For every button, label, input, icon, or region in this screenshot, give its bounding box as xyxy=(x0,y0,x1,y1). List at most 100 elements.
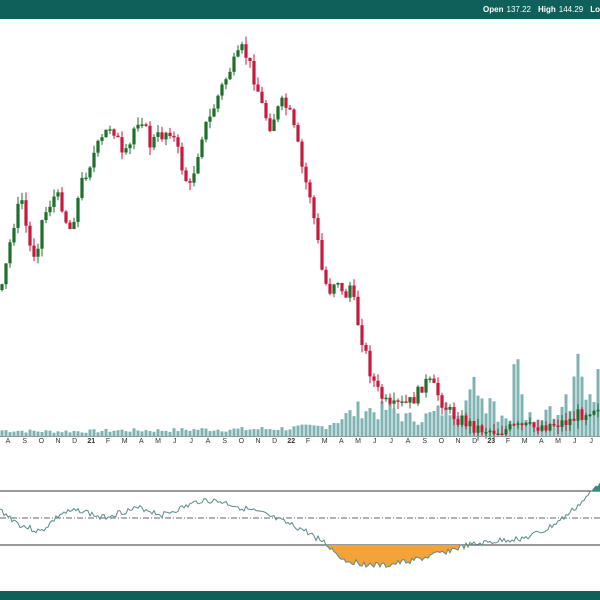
volume-bar xyxy=(396,413,400,436)
volume-bar xyxy=(8,432,12,436)
candle-body xyxy=(248,57,252,61)
candle-body xyxy=(208,116,212,122)
volume-bar xyxy=(152,431,156,436)
candle-body xyxy=(96,140,100,153)
volume-bar xyxy=(180,428,184,436)
candle-body xyxy=(100,137,104,141)
candle-body xyxy=(20,200,24,204)
candle-body xyxy=(536,427,540,431)
candle-body xyxy=(108,129,112,131)
candle-body xyxy=(416,386,420,404)
candle-body xyxy=(524,422,528,426)
candle-body xyxy=(296,125,300,142)
candle-body xyxy=(156,132,160,137)
volume-bar xyxy=(596,369,600,436)
x-tick-label: M xyxy=(522,438,528,445)
candle-body xyxy=(484,432,488,434)
volume-bar xyxy=(108,431,112,436)
volume-bar xyxy=(196,429,200,436)
volume-bar xyxy=(124,431,128,436)
candle-body xyxy=(112,129,116,136)
candle-body xyxy=(360,325,364,345)
volume-bar xyxy=(116,430,120,436)
volume-bar xyxy=(64,430,68,436)
candle-body xyxy=(388,397,392,404)
volume-bar xyxy=(140,431,144,436)
x-tick-label: J xyxy=(590,438,594,445)
volume-bar xyxy=(580,376,584,436)
volume-bar xyxy=(72,431,76,436)
candle-body xyxy=(420,386,424,393)
candle-body xyxy=(252,61,256,85)
candle-body xyxy=(60,192,64,212)
candle-body xyxy=(568,418,572,426)
x-tick-label: N xyxy=(55,438,60,445)
candle-body xyxy=(504,429,508,435)
x-tick-label: A xyxy=(339,438,344,445)
candle-body xyxy=(384,397,388,400)
volume-bar xyxy=(4,430,8,436)
volume-bar xyxy=(268,429,272,436)
volume-bar xyxy=(248,429,252,436)
candle-body xyxy=(580,409,584,420)
volume-bar xyxy=(312,425,316,436)
x-tick-label: N xyxy=(255,438,260,445)
osc-overbought-fill xyxy=(0,483,600,491)
price-chart[interactable]: A S O N D 21 F M A M J J A S O N D 22 F M A M J J A S O N D 23 F M A M J J … xyxy=(0,0,600,600)
x-tick-label: 22 xyxy=(287,438,295,445)
candle-body xyxy=(588,414,592,417)
candle-body xyxy=(492,430,496,434)
osc-line xyxy=(0,482,600,569)
volume-bar xyxy=(96,432,100,436)
candle-body xyxy=(228,71,232,80)
volume-bar xyxy=(212,430,216,436)
volume-bar xyxy=(228,429,232,436)
volume-bar xyxy=(392,408,396,436)
candle-body xyxy=(380,386,384,399)
x-tick-label: S xyxy=(222,438,227,445)
candle-body xyxy=(148,125,152,148)
volume-bar xyxy=(48,430,52,436)
volume-bar xyxy=(316,425,320,436)
candle-body xyxy=(452,407,456,420)
price-panel xyxy=(0,36,600,441)
volume-bar xyxy=(80,432,84,436)
volume-bar xyxy=(288,429,292,436)
candle-body xyxy=(540,425,544,431)
volume-bar xyxy=(592,402,596,436)
candle-body xyxy=(276,106,280,120)
volume-bar xyxy=(256,429,260,436)
volume-bar xyxy=(280,427,284,436)
candle-body xyxy=(364,345,368,351)
volume-bar xyxy=(176,431,180,436)
candle-body xyxy=(236,50,240,57)
candle-body xyxy=(12,228,16,243)
candle-body xyxy=(28,225,32,246)
x-tick-label: O xyxy=(39,438,45,445)
x-tick-label: O xyxy=(439,438,445,445)
volume-bar xyxy=(348,410,352,436)
candle-body xyxy=(44,212,48,221)
candle-body xyxy=(444,407,448,410)
x-tick-label: A xyxy=(6,438,11,445)
candle-body xyxy=(136,124,140,129)
volume-bar xyxy=(120,429,124,436)
volume-bar xyxy=(76,431,80,436)
x-tick-label: A xyxy=(406,438,411,445)
volume-bar xyxy=(216,429,220,436)
x-axis: A S O N D 21 F M A M J J A S O N D 22 F M A M J J A S O N D 23 F M A M J J xyxy=(0,436,600,445)
candle-body xyxy=(548,423,552,431)
x-tick-label: 21 xyxy=(87,438,95,445)
candle-body xyxy=(480,425,484,433)
x-tick-label: M xyxy=(355,438,361,445)
candle-body xyxy=(348,285,352,298)
volume-bar xyxy=(336,423,340,436)
volume-bar xyxy=(68,432,72,436)
candle-body xyxy=(404,401,408,403)
candle-body xyxy=(576,409,580,421)
volume-bar xyxy=(572,376,576,436)
candle-body xyxy=(516,423,520,425)
x-tick-label: S xyxy=(422,438,427,445)
candle-body xyxy=(200,139,204,158)
candle-body xyxy=(124,148,128,153)
